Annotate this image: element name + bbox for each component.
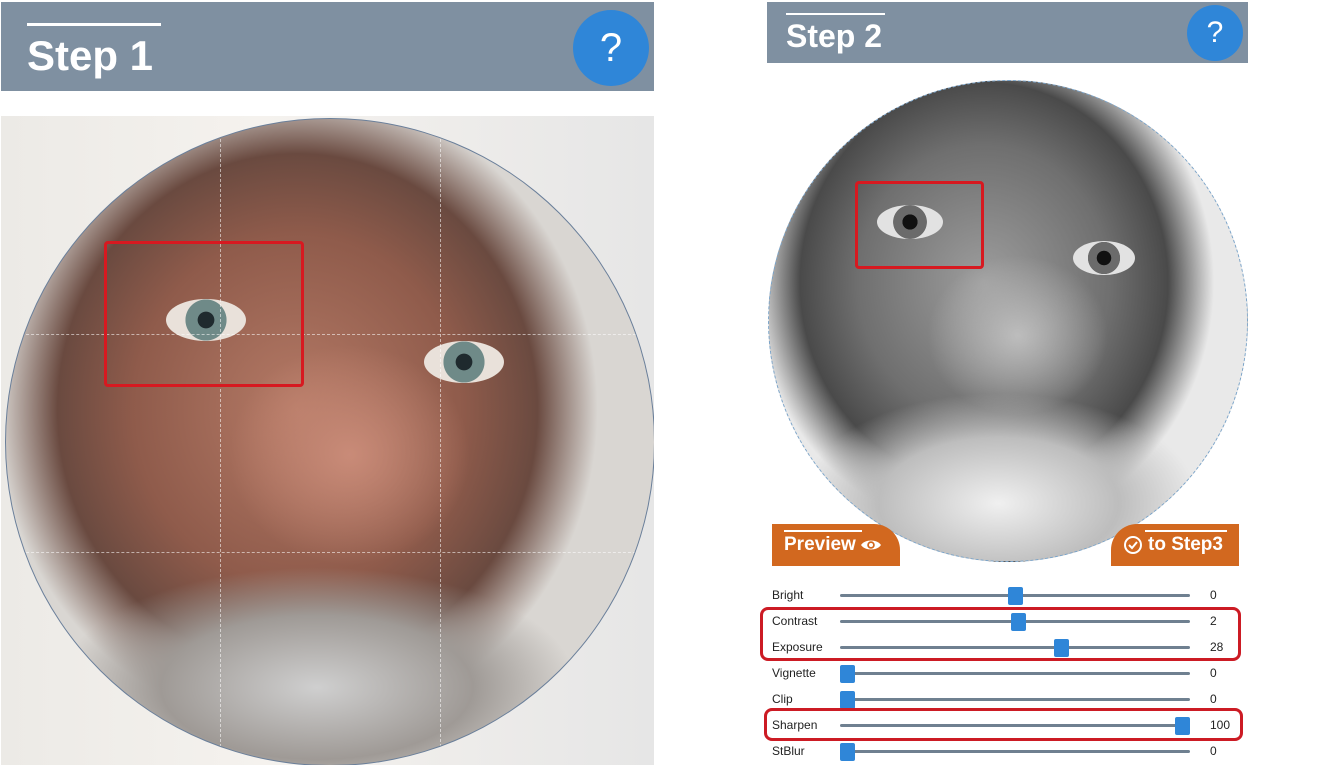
- to-step3-button[interactable]: to Step3: [1111, 524, 1239, 566]
- step1-photo-crop-circle[interactable]: [5, 118, 654, 765]
- check-circle-icon: [1124, 536, 1142, 554]
- slider-knob[interactable]: [1008, 587, 1023, 605]
- to-step3-overline: [1145, 530, 1227, 532]
- sharpen-highlight: [764, 708, 1243, 741]
- slider-label: Bright: [772, 588, 804, 602]
- step2-title: Step 2: [786, 18, 883, 54]
- step2-header: Step 2 ?: [767, 2, 1248, 63]
- slider-vignette: Vignette 0: [772, 663, 1242, 683]
- slider-stblur: StBlur 0: [772, 741, 1242, 761]
- slider-knob[interactable]: [840, 691, 855, 709]
- preview-label: Preview: [784, 534, 856, 555]
- step1-photo-area[interactable]: [1, 116, 654, 765]
- slider-track[interactable]: [840, 665, 1190, 683]
- slider-knob[interactable]: [840, 743, 855, 761]
- step2-help-button[interactable]: ?: [1187, 5, 1243, 61]
- slider-label: StBlur: [772, 744, 805, 758]
- step2-eye-highlight: [855, 181, 984, 269]
- slider-track[interactable]: [840, 743, 1190, 761]
- step1-title-overline: [27, 23, 161, 26]
- slider-value: 0: [1210, 588, 1217, 602]
- step1-help-button[interactable]: ?: [573, 10, 649, 86]
- step1-header: Step 1 ?: [1, 2, 654, 91]
- slider-track[interactable]: [840, 587, 1190, 605]
- eye-icon: [860, 540, 881, 550]
- slider-value: 0: [1210, 692, 1217, 706]
- slider-track[interactable]: [840, 691, 1190, 709]
- step1-title: Step 1: [27, 32, 154, 79]
- preview-button[interactable]: Preview: [772, 524, 900, 566]
- contrast-exposure-highlight: [760, 607, 1241, 661]
- slider-label: Clip: [772, 692, 793, 706]
- to-step3-label: to Step3: [1148, 534, 1223, 555]
- slider-clip: Clip 0: [772, 689, 1242, 709]
- grid-guide-vertical-2: [440, 119, 441, 765]
- slider-value: 0: [1210, 666, 1217, 680]
- grid-guide-vertical-1: [220, 119, 221, 765]
- step2-title-overline: [786, 13, 885, 15]
- preview-overline: [784, 530, 862, 532]
- step1-eye-highlight: [104, 241, 304, 387]
- right-eye: [1073, 241, 1135, 275]
- slider-value: 0: [1210, 744, 1217, 758]
- right-eye: [424, 341, 504, 383]
- step2-preview-circle: [768, 80, 1248, 562]
- slider-knob[interactable]: [840, 665, 855, 683]
- slider-bright: Bright 0: [772, 585, 1242, 605]
- grid-guide-horizontal-2: [6, 552, 654, 553]
- slider-label: Vignette: [772, 666, 816, 680]
